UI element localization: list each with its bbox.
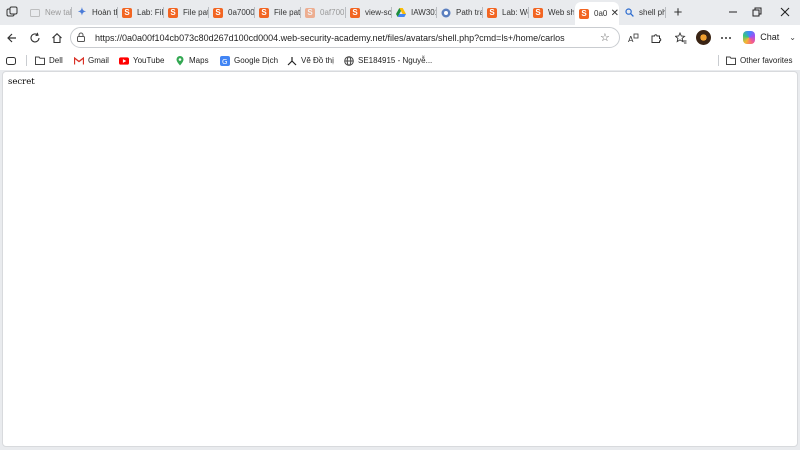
tab-hoan-thanh[interactable]: ✦ Hoàn th <box>73 3 118 22</box>
drive-icon <box>396 8 406 18</box>
navigation-toolbar: https://0a0a00f104cb073c80d267d100cd0004… <box>0 25 800 50</box>
bookmark-label: Gmail <box>88 56 109 65</box>
tab-title: New tab <box>45 8 72 17</box>
graph-icon <box>287 56 297 66</box>
tab-title: IAW301 <box>411 8 437 17</box>
tab-0a7000[interactable]: S 0a7000 <box>209 3 255 22</box>
tab-title: File path <box>183 8 209 17</box>
search-icon <box>624 8 634 18</box>
youtube-icon <box>119 56 129 66</box>
tab-title: 0a7000 <box>228 8 255 17</box>
svg-text:G: G <box>222 58 227 66</box>
portswigger-icon: S <box>122 7 132 18</box>
portswigger-icon: S <box>579 8 589 19</box>
new-tab-icon <box>30 8 40 18</box>
workspaces-icon[interactable] <box>3 3 21 21</box>
command-output: secret <box>8 77 35 87</box>
tab-title: view-so <box>365 8 392 17</box>
tab-file-path-2[interactable]: S File path <box>255 3 301 22</box>
bookmark-label: Vẽ Đồ thị <box>301 56 334 65</box>
portswigger-icon: S <box>533 7 543 18</box>
google-translate-icon: G <box>220 55 230 66</box>
copilot-chat-button[interactable]: Chat ⌄ <box>740 28 796 46</box>
favorites-bar: Dell Gmail YouTube Maps G Google Dịch Vẽ… <box>0 50 800 70</box>
tab-new-tab[interactable]: New tab <box>26 3 72 22</box>
tab-strip: New tab ✦ Hoàn th S Lab: File S File pat… <box>0 0 800 25</box>
tab-shell-php-search[interactable]: shell ph <box>620 3 666 22</box>
new-tab-plus-icon[interactable]: + <box>669 3 687 21</box>
other-favorites[interactable]: Other favorites <box>726 54 792 67</box>
minimize-icon[interactable] <box>722 3 744 21</box>
page-content: secret <box>2 71 798 447</box>
bookmark-youtube[interactable]: YouTube <box>119 54 164 67</box>
profile-avatar[interactable] <box>696 30 711 45</box>
tab-lab-web[interactable]: S Lab: We <box>483 3 529 22</box>
svg-text:A: A <box>628 35 634 44</box>
bookmark-gmail[interactable]: Gmail <box>74 54 109 67</box>
bookmark-label: SE184915 - Nguyễ... <box>358 56 433 65</box>
tab-title: Lab: We <box>502 8 529 17</box>
tab-title: Path tra <box>456 8 483 17</box>
globe-icon <box>344 55 354 66</box>
portswigger-icon: S <box>259 7 269 18</box>
tab-web-shell[interactable]: S Web sh <box>529 3 574 22</box>
tab-file-path[interactable]: S File path <box>164 3 209 22</box>
portswigger-icon: S <box>213 7 223 18</box>
portswigger-icon: S <box>350 7 360 18</box>
back-arrow-icon[interactable] <box>3 29 21 47</box>
close-window-icon[interactable] <box>774 3 796 21</box>
tab-active-0a0[interactable]: S 0a0 ✕ <box>575 2 619 25</box>
refresh-icon[interactable] <box>26 29 44 47</box>
tab-title: File path <box>274 8 301 17</box>
tab-path-traversal[interactable]: Path tra <box>437 3 483 22</box>
tab-title: Web sh <box>548 8 574 17</box>
tab-title: Lab: File <box>137 8 164 17</box>
copilot-sparkle-icon: ✦ <box>77 6 87 18</box>
extensions-icon[interactable] <box>647 29 665 47</box>
tab-title: 0af700 <box>320 8 345 17</box>
bookmark-ve-do-thi[interactable]: Vẽ Đồ thị <box>287 54 334 67</box>
bookmark-se184915[interactable]: SE184915 - Nguyễ... <box>344 54 432 67</box>
address-bar[interactable]: https://0a0a00f104cb073c80d267d100cd0004… <box>70 27 620 48</box>
tab-title: Hoàn th <box>92 8 118 17</box>
favorite-star-icon[interactable]: ☆ <box>600 31 614 44</box>
bookmark-label: Dell <box>49 56 63 65</box>
bookmark-google-dich[interactable]: G Google Dịch <box>220 54 278 67</box>
read-aloud-icon[interactable]: A <box>624 29 642 47</box>
tab-title: 0a0 <box>594 9 607 18</box>
close-tab-icon[interactable]: ✕ <box>611 8 619 19</box>
cloud-icon <box>441 8 451 18</box>
tab-title: shell ph <box>639 8 666 17</box>
bookmark-group-icon[interactable] <box>6 54 20 67</box>
portswigger-icon: S <box>168 7 178 18</box>
more-menu-icon[interactable] <box>717 29 735 47</box>
chat-label: Chat <box>760 32 780 42</box>
folder-icon <box>35 56 45 66</box>
bookmark-label: Google Dịch <box>234 56 279 65</box>
portswigger-icon: S <box>487 7 497 18</box>
home-icon[interactable] <box>48 29 66 47</box>
portswigger-icon: S <box>305 7 315 18</box>
copilot-icon <box>743 30 756 44</box>
restore-icon[interactable] <box>746 3 768 21</box>
tab-lab-file[interactable]: S Lab: File <box>118 3 164 22</box>
tab-view-source[interactable]: S view-so <box>346 3 392 22</box>
bookmark-maps[interactable]: Maps <box>175 54 209 67</box>
maps-icon <box>175 55 185 66</box>
bookmark-label: Maps <box>189 56 209 65</box>
tab-iaw301[interactable]: IAW301 <box>392 3 437 22</box>
gmail-icon <box>74 56 84 66</box>
bookmark-label: YouTube <box>133 56 165 65</box>
folder-icon <box>726 56 736 66</box>
bookmark-dell[interactable]: Dell <box>35 54 63 67</box>
site-info-icon[interactable] <box>76 32 90 44</box>
chevron-down-icon[interactable]: ⌄ <box>789 33 796 42</box>
url-text[interactable]: https://0a0a00f104cb073c80d267d100cd0004… <box>95 33 600 43</box>
favorites-icon[interactable] <box>672 29 690 47</box>
other-favorites-label: Other favorites <box>740 56 793 65</box>
tab-0af700[interactable]: S 0af700 <box>301 3 346 22</box>
